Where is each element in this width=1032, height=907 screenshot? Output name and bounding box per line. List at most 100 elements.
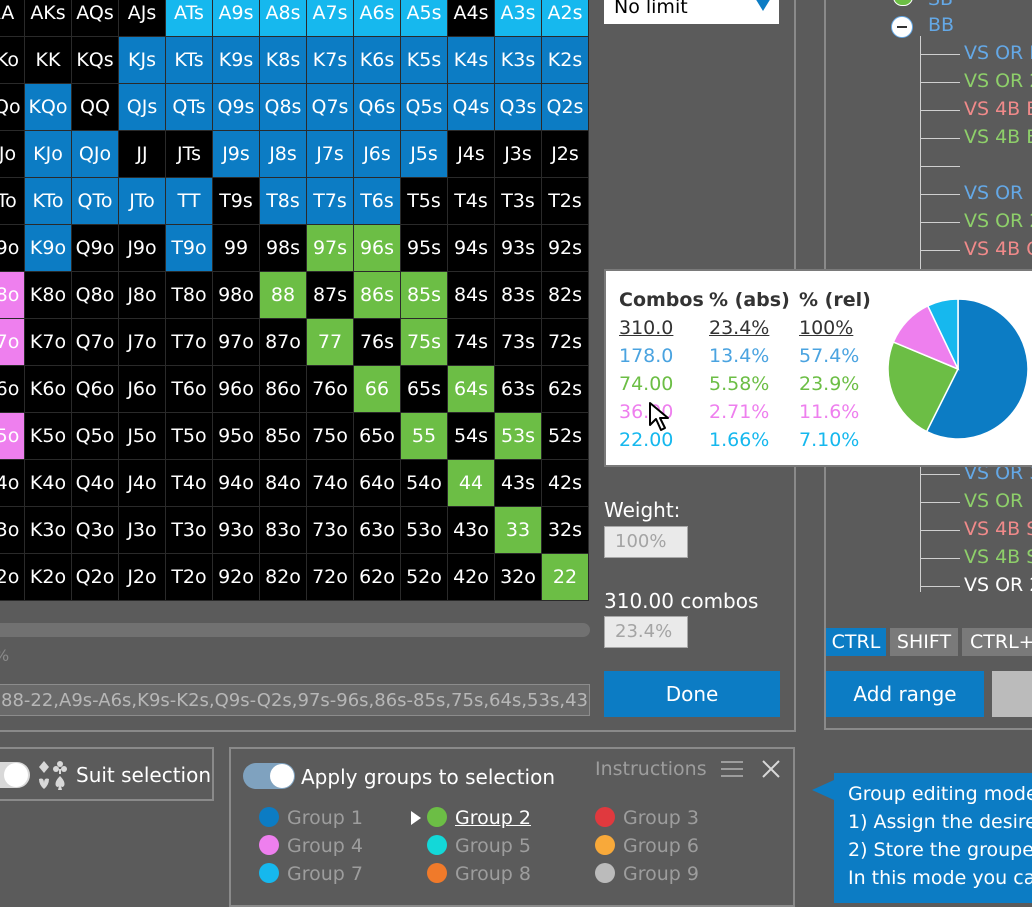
tree-connector: [920, 194, 960, 195]
group-option[interactable]: Group 3: [595, 807, 699, 829]
tree-node[interactable]: VS OR: [964, 490, 1023, 512]
limit-dropdown[interactable]: No limit: [604, 0, 779, 24]
tree-connector: [920, 222, 960, 223]
tip-line: Group editing mode: [848, 783, 1032, 805]
group-color-icon: [259, 863, 279, 883]
tree-node[interactable]: VS 4B B: [964, 126, 1032, 148]
group-color-icon: [427, 863, 447, 883]
suits-icon: [39, 761, 67, 790]
slider-percent-label: %: [0, 646, 9, 665]
tree-connector: [920, 586, 960, 587]
done-button[interactable]: Done: [604, 671, 780, 717]
tree-connector: [920, 530, 960, 531]
tree-node[interactable]: VS OR 2: [964, 210, 1032, 232]
tree-connector: [920, 474, 960, 475]
tree-node-bb[interactable]: BB: [928, 14, 954, 36]
group-editing-tip: Group editing mode 1) Assign the desired 2…: [834, 773, 1032, 903]
selected-arrow-icon: [411, 811, 421, 825]
group-option[interactable]: Group 1: [259, 807, 363, 829]
stats-abs-value: 5.58%: [709, 373, 770, 395]
tree-node[interactable]: VS OR 2: [964, 70, 1032, 92]
apply-groups-toggle[interactable]: [243, 763, 295, 789]
stats-header-combos: Combos: [619, 289, 704, 311]
tab-ctrl-shift[interactable]: CTRL+S: [962, 628, 1032, 656]
tree-connector: [920, 82, 960, 83]
stats-rel-value: 11.6%: [799, 401, 860, 423]
tip-pointer: [812, 780, 834, 800]
tree-connector: [920, 250, 960, 251]
stats-rel-value: 100%: [799, 317, 854, 339]
tree-connector: [920, 558, 960, 559]
tip-line: In this mode you can: [848, 867, 1032, 889]
combos-label: 310.00 combos: [604, 589, 759, 613]
tree-connector: [920, 502, 960, 503]
groups-box: Apply groups to selection Instructions G…: [229, 747, 795, 907]
group-color-icon: [259, 807, 279, 827]
group-label: Group 5: [455, 835, 531, 857]
stats-pie-chart: [888, 299, 1028, 439]
range-text-input[interactable]: 88-22,A9s-A6s,K9s-K2s,Q9s-Q2s,97s-96s,86…: [0, 684, 590, 716]
weight-field[interactable]: 100%: [604, 526, 688, 558]
stats-rel-value: 57.4%: [799, 345, 860, 367]
tree-node[interactable]: VS 4B C: [964, 238, 1032, 260]
group-option[interactable]: Group 9: [595, 863, 699, 885]
group-option[interactable]: Group 7: [259, 863, 363, 885]
secondary-button[interactable]: [992, 671, 1032, 717]
tree-node[interactable]: VS 4B B: [964, 98, 1032, 120]
tab-shift[interactable]: SHIFT: [890, 628, 958, 656]
group-option[interactable]: Group 2: [411, 807, 531, 829]
suit-selection-toggle[interactable]: [0, 762, 30, 788]
group-color-icon: [595, 863, 615, 883]
group-label: Group 8: [455, 863, 531, 885]
tab-ctrl[interactable]: CTRL: [826, 628, 886, 656]
tree-node[interactable]: VS 4B S: [964, 546, 1032, 568]
tree-connector: [920, 166, 960, 167]
suit-selection-label: Suit selection: [76, 763, 212, 787]
tree-node-sb[interactable]: SB: [928, 0, 953, 10]
tree-connector: [920, 54, 960, 55]
apply-groups-label: Apply groups to selection: [301, 765, 556, 789]
group-color-icon: [595, 807, 615, 827]
combos-percent-field: 23.4%: [604, 616, 688, 648]
stats-combos-value: 178.0: [619, 345, 674, 367]
instructions-link[interactable]: Instructions: [595, 758, 707, 780]
stats-rel-value: 23.9%: [799, 373, 860, 395]
group-option[interactable]: Group 6: [595, 835, 699, 857]
group-label: Group 6: [623, 835, 699, 857]
stats-abs-value: 1.66%: [709, 429, 770, 451]
group-label: Group 2: [455, 807, 531, 829]
group-label: Group 4: [287, 835, 363, 857]
group-color-icon: [427, 835, 447, 855]
stats-combos-value: 310.0: [619, 317, 674, 339]
stats-abs-value: 13.4%: [709, 345, 770, 367]
tree-node[interactable]: VS OR 2: [964, 574, 1032, 596]
group-color-icon: [259, 835, 279, 855]
group-option[interactable]: Group 8: [427, 863, 531, 885]
group-option[interactable]: Group 5: [427, 835, 531, 857]
group-label: Group 9: [623, 863, 699, 885]
stats-abs-value: 23.4%: [709, 317, 770, 339]
add-range-button[interactable]: Add range: [826, 671, 984, 717]
menu-icon[interactable]: [721, 759, 743, 779]
tree-node[interactable]: VS OR: [964, 182, 1023, 204]
group-option[interactable]: Group 4: [259, 835, 363, 857]
close-icon[interactable]: [761, 759, 781, 779]
toggle-knob: [270, 764, 294, 788]
tip-line: 2) Store the grouped: [848, 839, 1032, 861]
group-color-icon: [427, 807, 447, 827]
weight-label: Weight:: [604, 498, 681, 522]
tree-node[interactable]: VS OR B: [964, 42, 1032, 64]
stats-abs-value: 2.71%: [709, 401, 770, 423]
stats-header-abs: % (abs): [709, 289, 790, 311]
stats-combos-value: 74.00: [619, 373, 674, 395]
tip-line: 1) Assign the desired: [848, 811, 1032, 833]
suit-selection-box: Suit selection: [0, 747, 214, 801]
tree-node[interactable]: VS 4B S: [964, 518, 1032, 540]
mouse-cursor-icon: [649, 402, 669, 431]
limit-dropdown-value: No limit: [614, 0, 688, 18]
stats-popup: Combos % (abs) % (rel) 310.0 23.4% 100% 178…: [604, 269, 1032, 467]
chevron-down-icon: [755, 0, 771, 11]
group-label: Group 1: [287, 807, 363, 829]
collapse-icon[interactable]: [891, 16, 913, 38]
range-slider[interactable]: [0, 623, 590, 637]
